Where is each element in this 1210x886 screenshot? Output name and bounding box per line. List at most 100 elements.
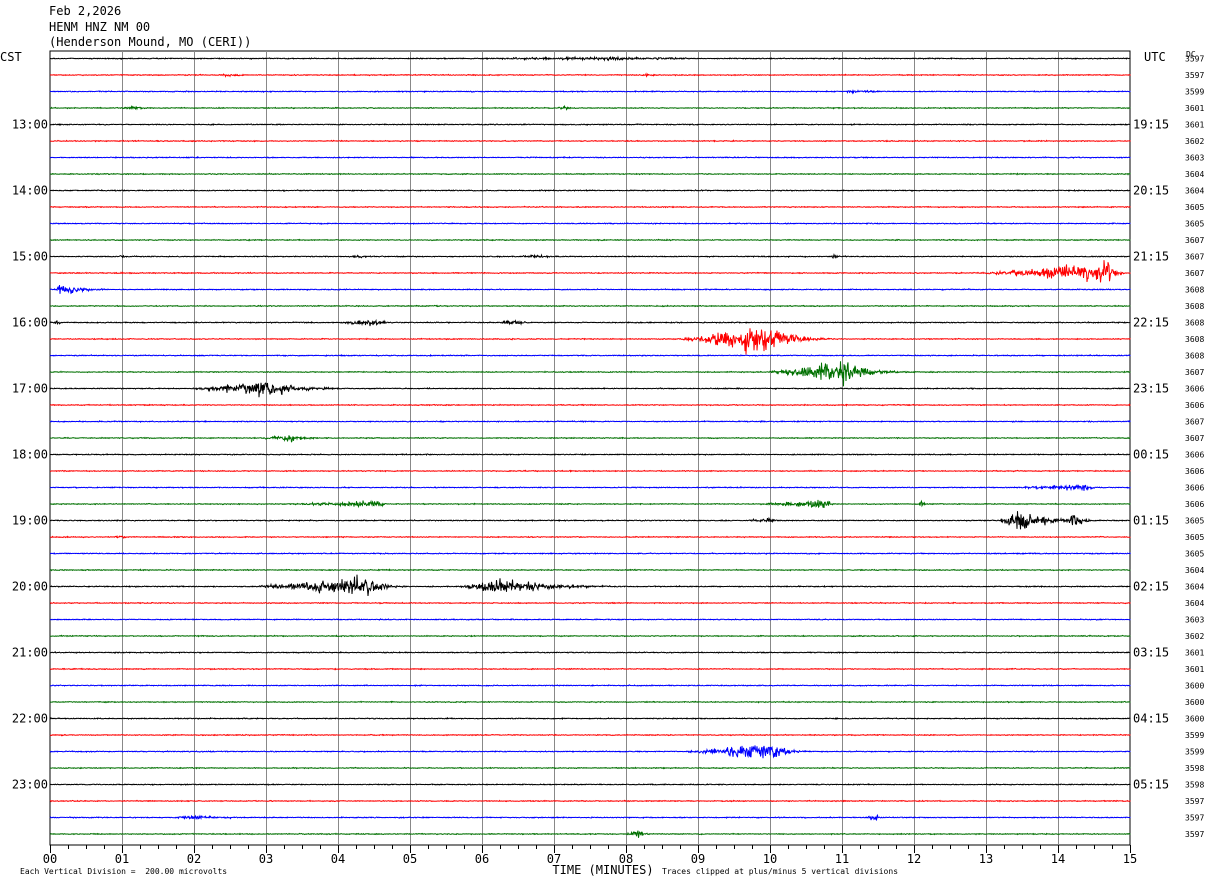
utc-hour-label: 00:15 bbox=[1133, 448, 1169, 462]
trace-line bbox=[49, 104, 1131, 111]
trace-line bbox=[50, 574, 1131, 596]
x-tick-label: 11 bbox=[835, 852, 849, 866]
dc-offset-label: 3604 bbox=[1185, 599, 1204, 608]
trace-line bbox=[49, 361, 1131, 387]
trace-line bbox=[50, 601, 1131, 605]
dc-offset-label: 3598 bbox=[1185, 764, 1204, 773]
trace-line bbox=[49, 72, 1131, 78]
dc-offset-label: 3601 bbox=[1185, 121, 1204, 130]
utc-hour-label: 20:15 bbox=[1133, 184, 1169, 198]
x-tick-label: 13 bbox=[979, 852, 993, 866]
dc-offset-label: 3603 bbox=[1185, 616, 1204, 625]
dc-offset-label: 3600 bbox=[1185, 698, 1204, 707]
dc-offset-label: 3606 bbox=[1185, 500, 1204, 509]
x-tick-label: 03 bbox=[259, 852, 273, 866]
x-tick-label: 01 bbox=[115, 852, 129, 866]
trace-line bbox=[49, 453, 1131, 456]
cst-hour-label: 13:00 bbox=[12, 118, 48, 132]
x-tick-label: 05 bbox=[403, 852, 417, 866]
trace-line bbox=[50, 434, 1131, 443]
dc-offset-label: 3608 bbox=[1185, 335, 1204, 344]
x-axis-title: TIME (MINUTES) bbox=[552, 863, 653, 877]
dc-offset-label: 3601 bbox=[1185, 104, 1204, 113]
utc-hour-label: 05:15 bbox=[1133, 778, 1169, 792]
trace-line bbox=[49, 534, 1131, 539]
trace-line bbox=[49, 813, 1131, 821]
x-tick-label: 15 bbox=[1123, 852, 1137, 866]
trace-line bbox=[49, 745, 1131, 759]
dc-offset-label: 3608 bbox=[1185, 319, 1204, 328]
trace-line bbox=[49, 419, 1131, 423]
clip-note: Traces clipped at plus/minus 5 vertical … bbox=[662, 867, 899, 876]
dc-offset-label: 3606 bbox=[1185, 484, 1204, 493]
trace-line bbox=[49, 499, 1131, 509]
trace-line bbox=[49, 484, 1131, 492]
x-tick-label: 10 bbox=[763, 852, 777, 866]
trace-line bbox=[49, 634, 1131, 638]
utc-hour-label: 23:15 bbox=[1133, 382, 1169, 396]
dc-offset-label: 3608 bbox=[1185, 286, 1204, 295]
trace-line bbox=[49, 511, 1131, 530]
dc-offset-label: 3604 bbox=[1185, 187, 1204, 196]
dc-offset-label: 3597 bbox=[1185, 814, 1204, 823]
trace-line bbox=[49, 830, 1131, 838]
dc-offset-label: 3605 bbox=[1185, 533, 1204, 542]
cst-hour-label: 21:00 bbox=[12, 646, 48, 660]
utc-hour-label: 02:15 bbox=[1133, 580, 1169, 594]
trace-line bbox=[50, 568, 1131, 572]
dc-offset-label: 3601 bbox=[1185, 649, 1204, 658]
utc-hour-label: 22:15 bbox=[1133, 316, 1169, 330]
utc-axis-label: UTC bbox=[1144, 50, 1166, 64]
dc-offset-label: 3607 bbox=[1185, 269, 1204, 278]
cst-hour-label: 19:00 bbox=[12, 514, 48, 528]
dc-offset-label: 3605 bbox=[1185, 517, 1204, 526]
dc-offset-label: 3601 bbox=[1185, 665, 1204, 674]
dc-offset-label: 3604 bbox=[1185, 170, 1204, 179]
cst-hour-label: 23:00 bbox=[12, 778, 48, 792]
dc-offset-label: 3597 bbox=[1185, 55, 1204, 64]
cst-hour-label: 14:00 bbox=[12, 184, 48, 198]
x-tick-label: 00 bbox=[43, 852, 57, 866]
trace-line bbox=[49, 304, 1131, 308]
trace-line bbox=[49, 260, 1131, 283]
dc-offset-label: 3598 bbox=[1185, 781, 1204, 790]
vertical-division-note: Each Vertical Division = 200.00 microvol… bbox=[20, 867, 228, 876]
cst-hour-label: 16:00 bbox=[12, 316, 48, 330]
utc-hour-label: 04:15 bbox=[1133, 712, 1169, 726]
dc-offset-label: 3606 bbox=[1185, 451, 1204, 460]
dc-offset-label: 3604 bbox=[1185, 583, 1204, 592]
x-tick-label: 02 bbox=[187, 852, 201, 866]
dc-offset-label: 3607 bbox=[1185, 434, 1204, 443]
trace-line bbox=[49, 328, 1131, 355]
utc-hour-label: 01:15 bbox=[1133, 514, 1169, 528]
trace-line bbox=[49, 667, 1131, 671]
cst-hour-label: 22:00 bbox=[12, 712, 48, 726]
x-tick-label: 04 bbox=[331, 852, 345, 866]
x-tick-label: 14 bbox=[1051, 852, 1065, 866]
trace-line bbox=[49, 799, 1131, 803]
trace-line bbox=[49, 382, 1131, 398]
dc-offset-label: 3606 bbox=[1185, 467, 1204, 476]
trace-line bbox=[49, 766, 1131, 770]
x-tick-label: 12 bbox=[907, 852, 921, 866]
x-tick-label: 09 bbox=[691, 852, 705, 866]
trace-line bbox=[49, 783, 1131, 787]
trace-line bbox=[49, 89, 1131, 95]
cst-hour-label: 18:00 bbox=[12, 448, 48, 462]
trace-line bbox=[49, 205, 1131, 209]
dc-offset-label: 3600 bbox=[1185, 715, 1204, 724]
trace-line bbox=[49, 55, 1131, 62]
dc-offset-label: 3605 bbox=[1185, 203, 1204, 212]
trace-line bbox=[49, 353, 1131, 357]
cst-hour-label: 15:00 bbox=[12, 250, 48, 264]
trace-line bbox=[49, 469, 1131, 473]
dc-offset-label: 3605 bbox=[1185, 550, 1204, 559]
dc-offset-label: 3599 bbox=[1185, 731, 1204, 740]
dc-offset-label: 3597 bbox=[1185, 71, 1204, 80]
trace-line bbox=[49, 318, 1131, 327]
dc-offset-label: 3600 bbox=[1185, 682, 1204, 691]
trace-line bbox=[49, 700, 1131, 704]
trace-line bbox=[49, 284, 1131, 295]
trace-line bbox=[49, 733, 1131, 737]
dc-offset-label: 3597 bbox=[1185, 797, 1204, 806]
